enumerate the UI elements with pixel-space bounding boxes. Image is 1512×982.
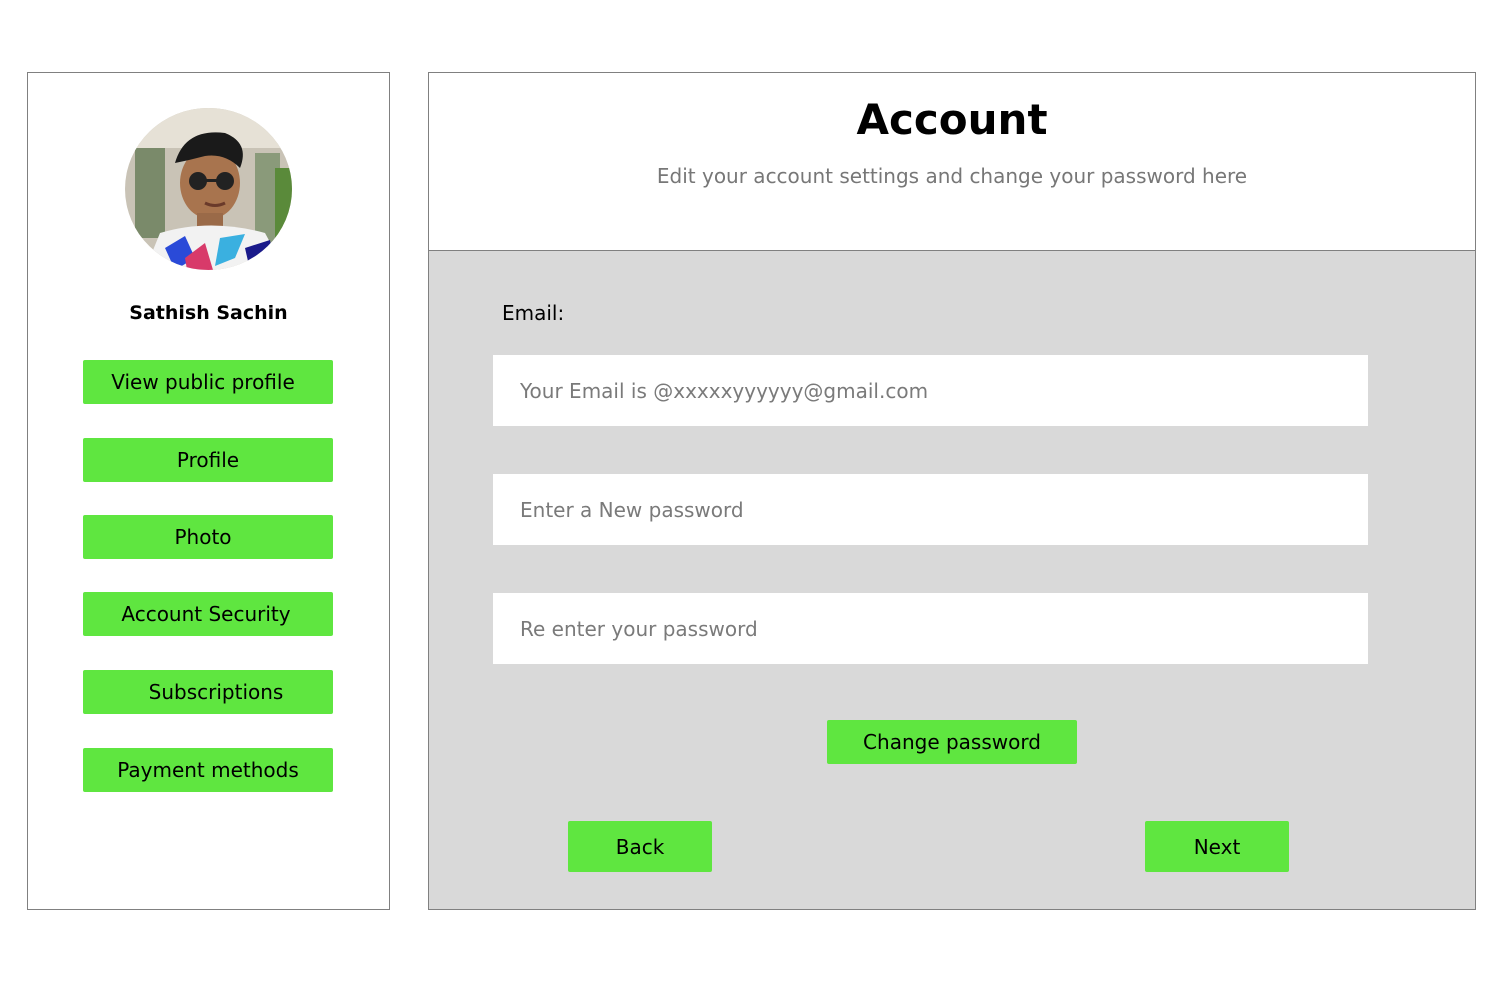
new-password-field[interactable]	[493, 474, 1368, 545]
profile-button[interactable]: Profile	[83, 438, 333, 482]
email-label: Email:	[502, 301, 565, 325]
change-password-button[interactable]: Change password	[827, 720, 1077, 764]
payment-methods-button[interactable]: Payment methods	[83, 748, 333, 792]
back-label: Back	[615, 834, 665, 859]
account-header: Account Edit your account settings and c…	[429, 73, 1475, 251]
profile-label: Profile	[176, 448, 240, 472]
reenter-password-field[interactable]	[493, 593, 1368, 664]
photo-button[interactable]: Photo	[83, 515, 333, 559]
subscriptions-button[interactable]: Subscriptions	[83, 670, 333, 714]
page-title: Account	[856, 95, 1048, 144]
view-public-profile-button[interactable]: View public profile	[83, 360, 333, 404]
account-security-label: Account Security	[121, 602, 291, 626]
account-security-button[interactable]: Account Security	[83, 592, 333, 636]
next-label: Next	[1193, 834, 1241, 859]
photo-label: Photo	[174, 525, 232, 549]
view-public-profile-label: View public profile	[111, 370, 295, 394]
next-button[interactable]: Next	[1145, 821, 1289, 872]
back-button[interactable]: Back	[568, 821, 712, 872]
payment-methods-label: Payment methods	[117, 758, 299, 782]
account-panel: Account Edit your account settings and c…	[428, 72, 1476, 910]
avatar[interactable]	[125, 108, 292, 270]
change-password-label: Change password	[863, 730, 1041, 754]
sidebar: Sathish Sachin View public profile Profi…	[27, 72, 390, 910]
subscriptions-label: Subscriptions	[148, 680, 284, 704]
email-field[interactable]	[493, 355, 1368, 426]
user-name: Sathish Sachin	[129, 302, 288, 324]
page-subtitle: Edit your account settings and change yo…	[656, 164, 1248, 188]
user-photo-icon	[125, 108, 292, 270]
